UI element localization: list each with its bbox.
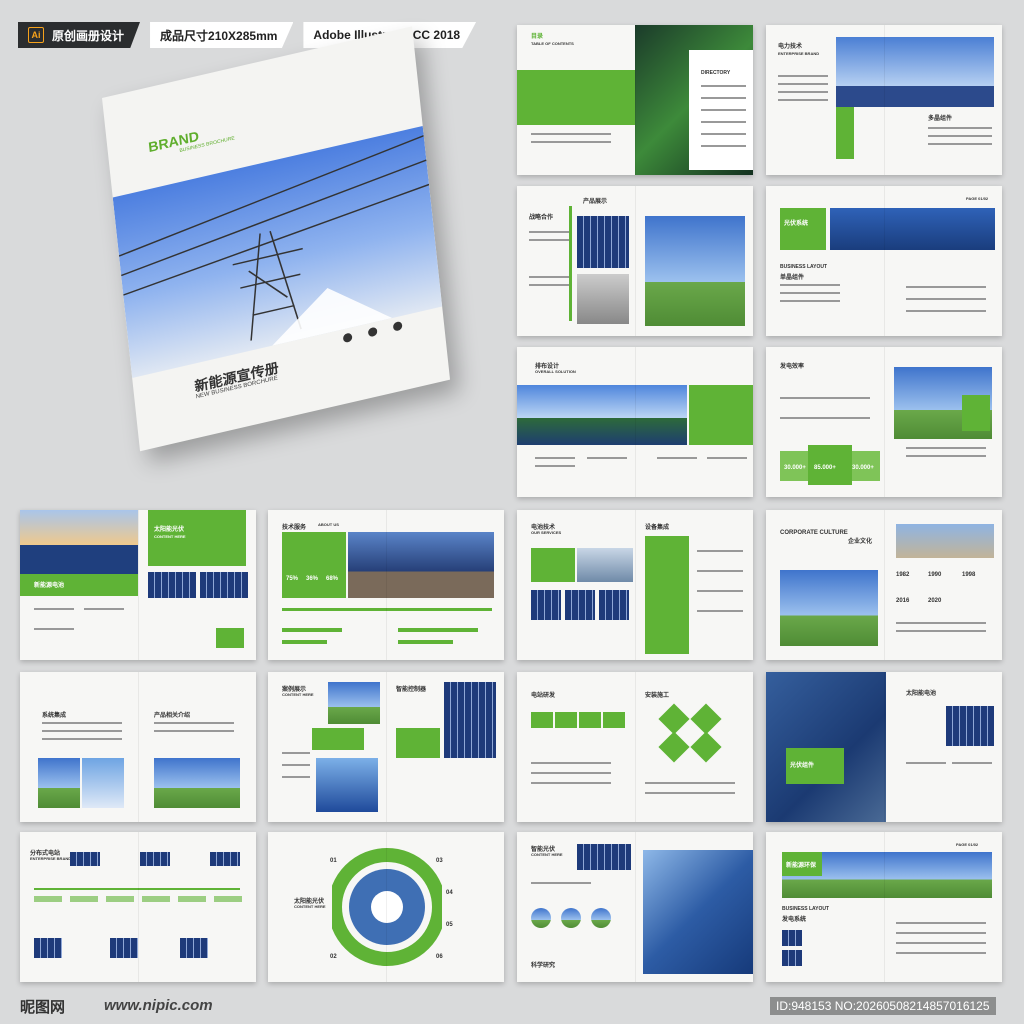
product-intro-title: 产品相关介绍 (154, 713, 191, 719)
green-energy-title: 新能源环保 (786, 863, 817, 869)
solar-pv-subtitle: CONTENT HERE (154, 534, 186, 539)
case-display-subtitle: CONTENT HERE (282, 692, 314, 697)
tech-service-subtitle: ABOUT US (318, 522, 339, 527)
power-tech-caption: 多晶组件 (928, 116, 953, 122)
layout-design-subtitle: OVERALL SOLUTION (535, 369, 576, 374)
tech-service-title: 技术服务 (282, 525, 307, 531)
spread-tech-service: 技术服务 ABOUT US 75% 36% 68% (268, 510, 504, 660)
solar-cell-caption: 光伏组件 (790, 763, 815, 769)
year-1990: 1990 (928, 572, 942, 578)
strategy-title: 战略合作 (529, 215, 554, 221)
spread-efficiency: 发电效率 30.000+ 85.000+ 30.000+ (766, 347, 1002, 497)
spread-corporate-culture: CORPORATE CULTURE 企业文化 1982 1990 1998 20… (766, 510, 1002, 660)
solar-battery-caption: 新能源电池 (34, 583, 65, 589)
green-energy-page-number: PAGE 01/02 (956, 842, 979, 847)
year-1998: 1998 (962, 572, 976, 578)
stat-percent-1: 75% (286, 576, 299, 582)
battery-tech-subtitle: OUR SERVICES (531, 530, 562, 535)
station-rd-title: 电站研发 (531, 693, 556, 699)
smart-pv-caption: 科学研究 (531, 963, 556, 969)
power-tech-title: 电力技术 (778, 44, 803, 50)
year-2016: 2016 (896, 598, 910, 604)
nipic-url: www.nipic.com (104, 997, 213, 1014)
smart-controller-title: 智能控制器 (396, 687, 427, 693)
culture-title: CORPORATE CULTURE (780, 530, 848, 536)
spread-system-integration: 系统集成 产品相关介绍 (20, 672, 256, 822)
contents-subtitle: TABLE OF CONTENTS (531, 41, 574, 46)
directory-label: DIRECTORY (701, 70, 731, 76)
email-icon (367, 326, 378, 338)
pv-circle-diagram (332, 848, 442, 966)
spread-pv-circle: 太阳能光伏 CONTENT HERE 01 02 03 04 05 06 (268, 832, 504, 982)
illustrator-icon: Ai (28, 27, 44, 43)
pv-layout-label: BUSINESS LAYOUT (780, 264, 828, 270)
spread-green-energy: PAGE 01/02 新能源环保 BUSINESS LAYOUT 发电系统 (766, 832, 1002, 982)
spread-layout-design: 排布设计 OVERALL SOLUTION (517, 347, 753, 497)
spread-contents: 目录 TABLE OF CONTENTS DIRECTORY (517, 25, 753, 175)
step-03: 03 (436, 858, 443, 864)
brochure-cover: BRAND BUSINESS BROCHURE 新能源宣传册 NEW BUSIN… (102, 26, 451, 452)
spread-solar-cell: 光伏组件 太阳能电池 (766, 672, 1002, 822)
size-tag: 成品尺寸210X285mm (150, 22, 294, 48)
step-05: 05 (446, 922, 453, 928)
efficiency-stat-1: 30.000+ (784, 465, 806, 471)
location-icon (392, 320, 403, 332)
image-id: ID:948153 NO:20260508214857016125 (770, 997, 996, 1015)
pv-circle-subtitle: CONTENT HERE (294, 904, 326, 909)
power-tower-illustration (118, 135, 430, 346)
spread-pv-system: 光伏系统 PAGE 01/02 BUSINESS LAYOUT 单晶组件 (766, 186, 1002, 336)
equipment-integration-title: 设备集成 (645, 525, 670, 531)
strategy-caption: 产品展示 (583, 199, 608, 205)
spread-strategy: 战略合作 产品展示 (517, 186, 753, 336)
spread-station-rd: 电站研发 安装施工 (517, 672, 753, 822)
installation-title: 安装施工 (645, 693, 670, 699)
spread-battery-tech: 电池技术 OUR SERVICES 设备集成 (517, 510, 753, 660)
efficiency-stat-3: 30.000+ (852, 465, 874, 471)
nipic-logo: 昵图网 (20, 999, 66, 1016)
smart-pv-subtitle: CONTENT HERE (531, 852, 563, 857)
step-01: 01 (330, 858, 337, 864)
pv-system-title: 光伏系统 (784, 221, 809, 227)
design-type-label: 原创画册设计 (52, 28, 125, 43)
efficiency-title: 发电效率 (780, 364, 805, 370)
spread-power-tech: 电力技术 ENTERPRISE BRAND 多晶组件 (766, 25, 1002, 175)
power-tech-subtitle: ENTERPRISE BRAND (778, 51, 820, 56)
culture-cn-title: 企业文化 (848, 539, 873, 545)
green-energy-layout-cn: 发电系统 (782, 917, 807, 923)
year-1982: 1982 (896, 572, 910, 578)
phone-icon (342, 332, 353, 344)
stat-percent-3: 68% (326, 576, 339, 582)
contents-title: 目录 (531, 34, 544, 40)
green-energy-layout: BUSINESS LAYOUT (782, 906, 830, 912)
spread-case-display: 案例展示 CONTENT HERE 智能控制器 (268, 672, 504, 822)
cover-photo-power-tower (112, 125, 443, 379)
system-integration-title: 系统集成 (42, 713, 67, 719)
step-06: 06 (436, 954, 443, 960)
design-type-tag: Ai 原创画册设计 (18, 22, 141, 48)
solar-cell-title: 太阳能电池 (906, 691, 937, 697)
solar-pv-title: 太阳能光伏 (154, 527, 185, 533)
step-04: 04 (446, 890, 453, 896)
spread-solar-pv: 新能源电池 太阳能光伏 CONTENT HERE (20, 510, 256, 660)
spread-distributed-station: 分布式电站 ENTERPRISE BRAND (20, 832, 256, 982)
step-02: 02 (330, 954, 337, 960)
pv-page-number: PAGE 01/02 (966, 196, 989, 201)
spread-smart-pv: 智能光伏 CONTENT HERE 科学研究 (517, 832, 753, 982)
stat-percent-2: 36% (306, 576, 319, 582)
pv-layout-cn: 单晶组件 (780, 275, 805, 281)
year-2020: 2020 (928, 598, 942, 604)
efficiency-stat-2: 85.000+ (814, 465, 836, 471)
distributed-station-subtitle: ENTERPRISE BRAND (30, 856, 72, 861)
